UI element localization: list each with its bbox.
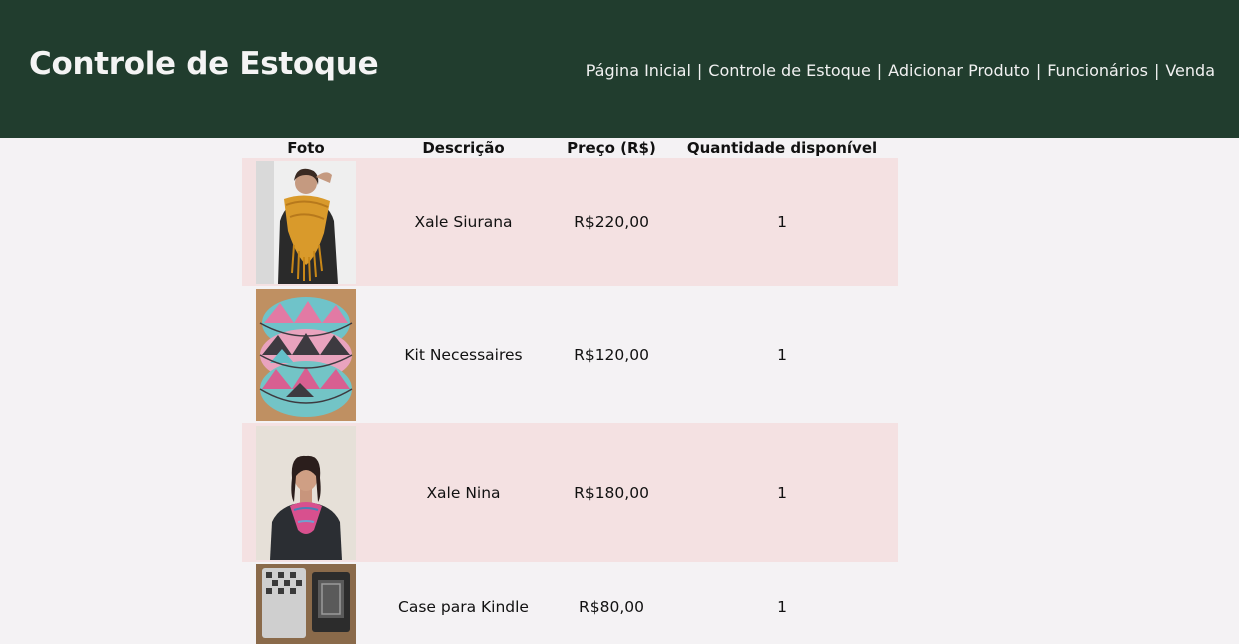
nav-link-employees[interactable]: Funcionários	[1047, 61, 1148, 80]
table-row: Xale Siurana R$220,00 1	[242, 158, 898, 286]
product-photo-kindle-case-image	[256, 564, 356, 644]
main-nav: Página Inicial | Controle de Estoque | Adici…	[586, 61, 1215, 80]
column-header-quantity: Quantidade disponível	[686, 139, 878, 157]
table-row: Xale Nina R$180,00 1	[242, 423, 898, 562]
quantity-cell: 1	[666, 158, 898, 286]
nav-link-add-product[interactable]: Adicionar Produto	[888, 61, 1030, 80]
table-row: Kit Necessaires R$120,00 1	[242, 286, 898, 423]
product-photo-pouches	[256, 288, 356, 421]
quantity-cell: 1	[666, 423, 898, 562]
column-header-description: Descrição	[422, 139, 505, 157]
price-cell: R$80,00	[557, 562, 666, 644]
price-cell: R$220,00	[557, 158, 666, 286]
nav-link-sale[interactable]: Venda	[1165, 61, 1215, 80]
nav-separator: |	[1153, 61, 1160, 80]
description-cell: Kit Necessaires	[370, 286, 557, 423]
top-header: Controle de Estoque Página Inicial | Contr…	[0, 0, 1239, 138]
nav-link-stock-control[interactable]: Controle de Estoque	[708, 61, 871, 80]
table-header-row: Foto Descrição Preço (R$) Quantidade dis…	[242, 138, 898, 158]
product-photo-yellow-shawl-image	[256, 160, 356, 284]
table-row: Case para Kindle R$80,00 1	[242, 562, 898, 644]
product-photo-pink-shawl	[256, 425, 356, 560]
page-title: Controle de Estoque	[29, 46, 379, 82]
product-photo-yellow-shawl	[256, 160, 356, 284]
column-header-photo: Foto	[287, 139, 325, 157]
product-photo-kindle-case	[256, 564, 356, 644]
description-cell: Case para Kindle	[370, 562, 557, 644]
quantity-text: 1	[777, 598, 787, 616]
product-photo-pouches-image	[256, 288, 356, 421]
photo-cell	[242, 286, 370, 423]
description-text: Case para Kindle	[398, 598, 529, 616]
price-text: R$80,00	[578, 598, 644, 616]
nav-separator: |	[696, 61, 703, 80]
nav-separator: |	[876, 61, 883, 80]
nav-link-home[interactable]: Página Inicial	[586, 61, 691, 80]
product-photo-pink-shawl-image	[256, 425, 356, 560]
stock-table: Foto Descrição Preço (R$) Quantidade dis…	[242, 138, 898, 644]
description-cell: Xale Nina	[370, 423, 557, 562]
quantity-cell: 1	[666, 562, 898, 644]
photo-cell	[242, 158, 370, 286]
photo-cell	[242, 562, 370, 644]
quantity-cell: 1	[666, 286, 898, 423]
price-cell: R$120,00	[557, 286, 666, 423]
column-header-price: Preço (R$)	[567, 139, 656, 157]
description-cell: Xale Siurana	[370, 158, 557, 286]
price-cell: R$180,00	[557, 423, 666, 562]
photo-cell	[242, 423, 370, 562]
stock-table-container: Foto Descrição Preço (R$) Quantidade dis…	[242, 138, 898, 644]
nav-separator: |	[1035, 61, 1042, 80]
